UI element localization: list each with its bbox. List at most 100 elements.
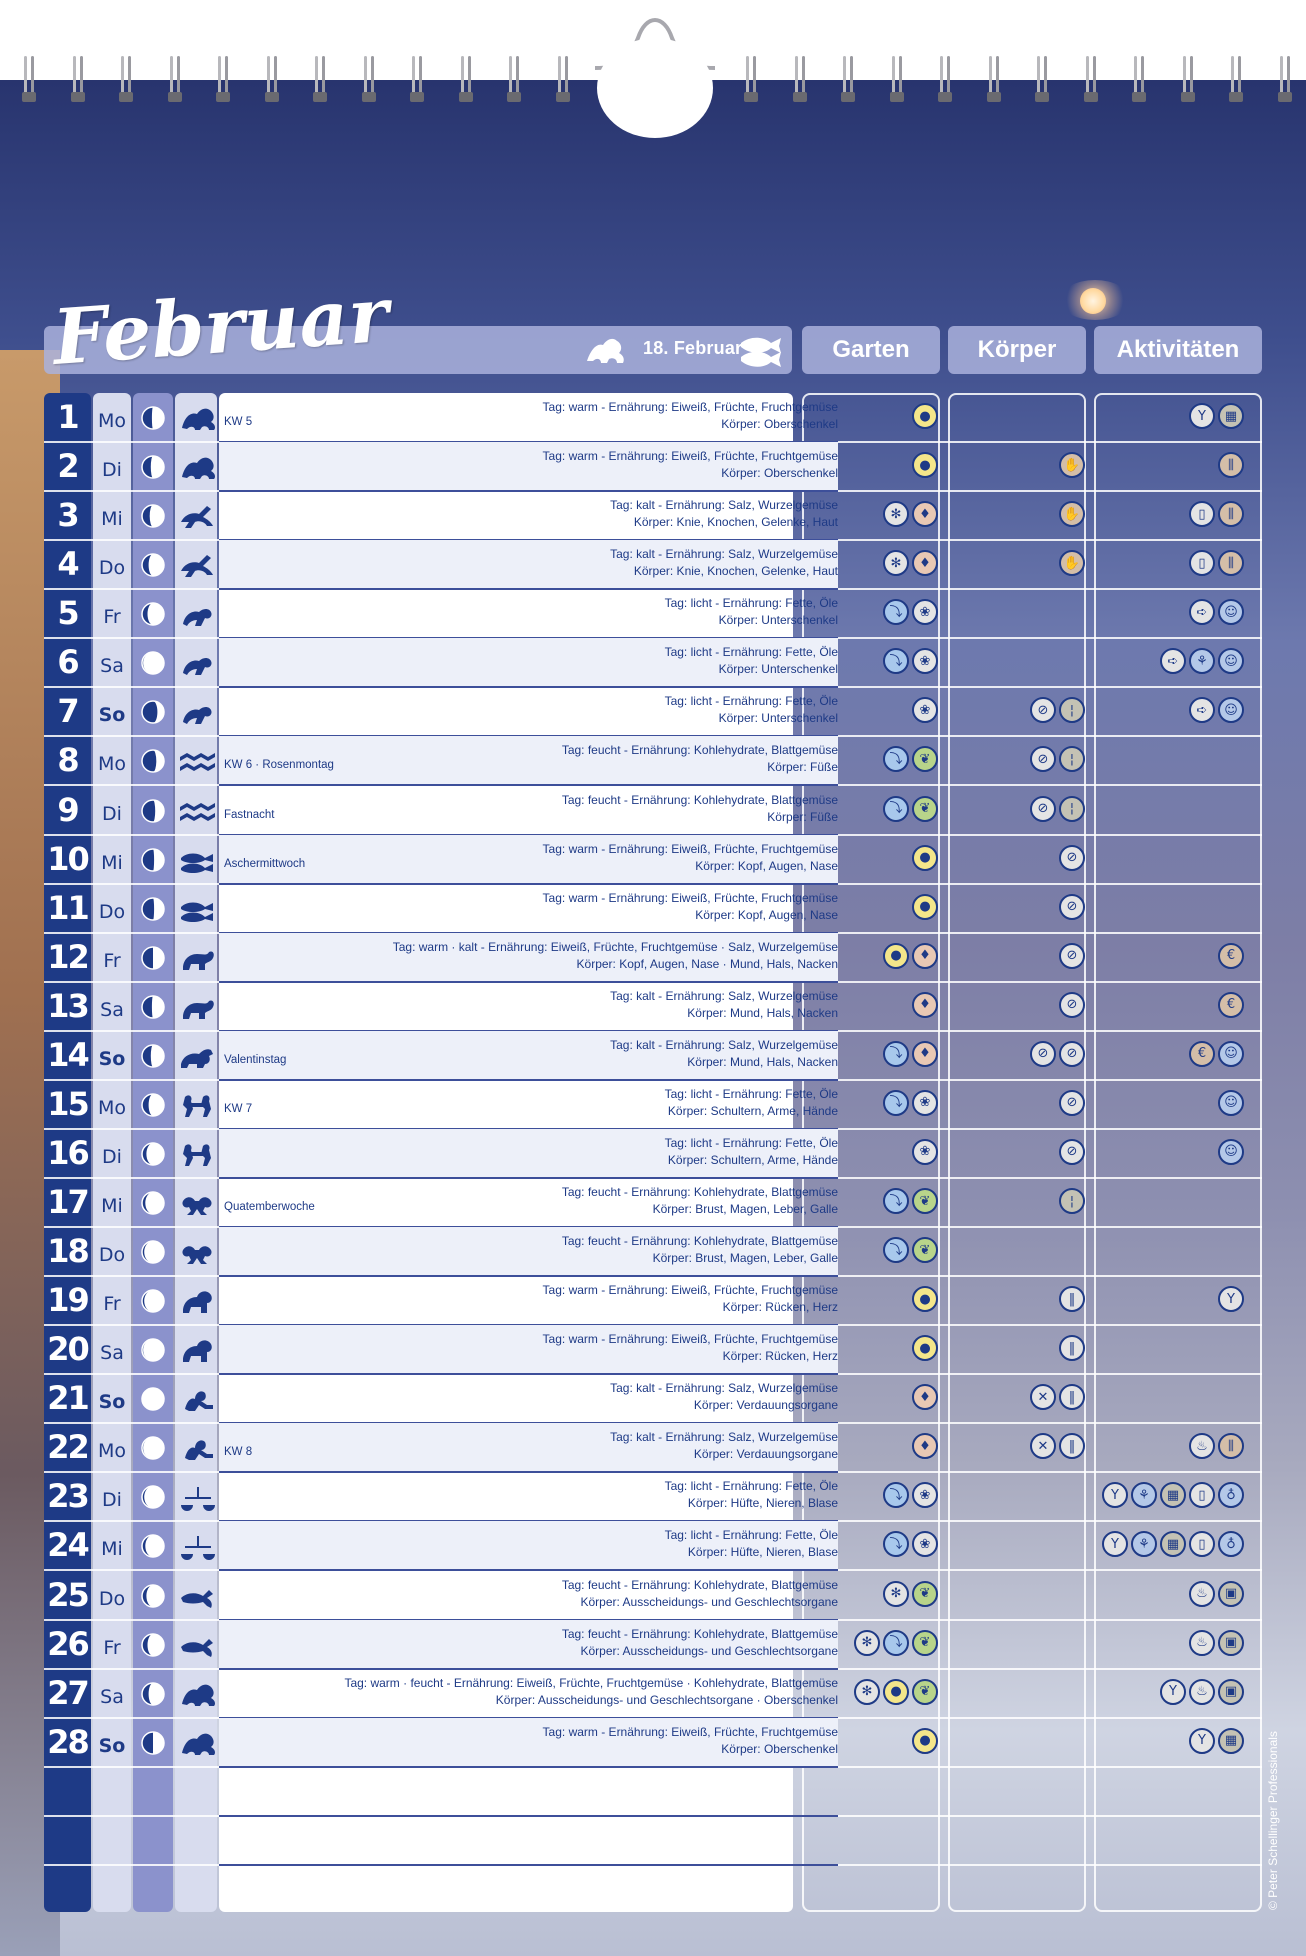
zodiac-change-date: 18. Februar	[643, 338, 743, 358]
capricorn-icon	[587, 338, 624, 363]
paint-icon: ⚘	[1131, 1531, 1157, 1558]
day-row: 10 Mi Aschermittwoch Tag: warm - Ernährung:…	[44, 834, 1262, 885]
aquarius-icon	[177, 745, 217, 775]
day-row: 3 Mi Tag: kalt - Ernährung: Salz, Wurzelge…	[44, 491, 1262, 542]
day-nutrition-line: Tag: warm - Ernährung: Eiweiß, Früchte, …	[542, 400, 838, 414]
day-number: 8	[57, 741, 79, 780]
moon-phase-icon	[140, 896, 166, 922]
binding-ring	[507, 56, 521, 102]
day-nutrition-line: Tag: warm - Ernährung: Eiweiß, Früchte, …	[542, 1332, 838, 1347]
moon-phase-icon	[140, 945, 166, 971]
paint-icon: ⚘	[1189, 648, 1215, 675]
weekday: So	[98, 704, 126, 727]
moon-phase-icon	[140, 798, 166, 824]
bug-icon: ✻	[854, 1678, 880, 1705]
hand-icon: ✋	[1059, 452, 1085, 479]
cancer-icon	[177, 1236, 217, 1266]
flower-icon: ❀	[912, 1482, 938, 1509]
aktivitaeten-icons: ☺	[1218, 1138, 1244, 1167]
binding-ring	[313, 56, 327, 102]
aktivitaeten-icons: Y ♨ ▣	[1160, 1678, 1244, 1707]
flower-icon: ❀	[912, 599, 938, 626]
koerper-icons: ⊘	[1059, 1089, 1085, 1118]
coin-icon: €	[1218, 991, 1244, 1018]
day-number: 7	[57, 692, 79, 731]
garten-icons: ●	[912, 893, 938, 922]
koerper-icons: ✋	[1059, 550, 1085, 578]
day-nutrition-line: Tag: kalt - Ernährung: Salz, Wurzelgemüs…	[610, 1037, 838, 1052]
day-row: 4 Do Tag: kalt - Ernährung: Salz, Wurzelge…	[44, 540, 1262, 591]
day-note: KW 5	[224, 416, 253, 428]
aktivitaeten-icons: ▯ ⫼	[1189, 501, 1244, 529]
pisces-icon	[177, 893, 217, 923]
day-number: 27	[47, 1673, 90, 1712]
moon-phase-icon	[140, 1288, 166, 1314]
day-body-line: Körper: Verdauungsorgane	[693, 1398, 838, 1413]
day-number: 13	[47, 986, 90, 1025]
jar-icon: ▯	[1189, 1531, 1215, 1558]
day-nutrition-line: Tag: licht - Ernährung: Fette, Öle	[664, 645, 838, 660]
binding-ring	[361, 56, 376, 102]
root-icon: ♦	[912, 501, 938, 528]
day-nutrition-line: Tag: kalt - Ernährung: Salz, Wurzelgemüs…	[610, 1381, 838, 1396]
watering-icon: ⤵	[883, 1040, 909, 1067]
face-icon: ☺	[1218, 599, 1244, 626]
day-row: 16 Di Tag: licht - Ernährung: Fette, Öle Kö…	[44, 1128, 1262, 1179]
day-body-line: Körper: Rücken, Herz	[722, 1300, 838, 1315]
weekday: Mo	[97, 1096, 127, 1119]
day-body-line: Körper: Schultern, Arme, Hände	[667, 1152, 838, 1167]
hanger-hook	[594, 18, 716, 138]
capricorn-icon	[177, 451, 217, 481]
day-body-line: Körper: Ausscheidungs- und Geschlechtsor…	[495, 1692, 838, 1707]
window-icon: ▦	[1160, 1531, 1186, 1558]
garten-icons: ⤵ ❦	[883, 1237, 938, 1265]
watering-icon: ⤵	[883, 599, 909, 626]
day-number: 23	[47, 1477, 90, 1516]
leaf-icon: ❦	[912, 1629, 938, 1656]
cocktail-icon: Y	[1160, 1678, 1186, 1705]
fruit-icon: ●	[912, 452, 938, 479]
day-nutrition-line: Tag: warm - Ernährung: Eiweiß, Früchte, …	[542, 449, 838, 464]
jar-icon: ▯	[1189, 550, 1215, 577]
binding-ring	[216, 56, 230, 102]
weekday: So	[98, 1047, 126, 1070]
binding-ring	[841, 56, 855, 102]
face-icon: ☺	[1218, 1089, 1244, 1116]
moon-phase-icon	[140, 994, 166, 1020]
no-smoke-icon: ⊘	[1030, 697, 1056, 724]
binding-ring	[167, 56, 182, 102]
day-row: 27 Sa Tag: warm · feucht - Ernährung: Eiwe…	[44, 1669, 1262, 1719]
day-number: 28	[47, 1722, 90, 1761]
column-header-aktivitaeten: Aktivitäten	[1094, 326, 1262, 374]
leaf-icon: ❦	[912, 795, 938, 822]
day-nutrition-line: Tag: feucht - Ernährung: Kohlehydrate, B…	[561, 792, 838, 807]
day-body-line: Körper: Verdauungsorgane	[693, 1447, 838, 1462]
window-icon: ▦	[1218, 1727, 1244, 1754]
root-icon: ♦	[912, 1384, 938, 1411]
binding-ring	[1277, 56, 1292, 102]
binding-ring	[70, 56, 85, 102]
no-smoke-icon: ⊘	[1059, 1089, 1085, 1116]
garten-icons: ⤵ ❀	[883, 599, 938, 627]
moon-phase-icon	[140, 847, 166, 873]
fruit-icon: ●	[883, 942, 909, 969]
day-nutrition-line: Tag: licht - Ernährung: Fette, Öle	[664, 1528, 838, 1543]
fruit-icon: ●	[912, 1335, 938, 1362]
day-row: 18 Do Tag: feucht - Ernährung: Kohlehydrat…	[44, 1227, 1262, 1278]
garten-icons: ♦	[912, 1384, 938, 1412]
aquarius-icon	[177, 795, 217, 825]
sagittarius-icon	[177, 500, 217, 530]
gemini-icon	[177, 1138, 217, 1168]
no-tool-icon: ⊘	[1059, 893, 1085, 920]
garten-icons: ⤵ ❀	[883, 1482, 938, 1510]
hand-icon: ✋	[1059, 501, 1085, 528]
leaf-icon: ❦	[912, 746, 938, 773]
koerper-icons: ✋	[1059, 501, 1085, 529]
bug-icon: ✻	[883, 1580, 909, 1607]
garten-icons: ●	[912, 1286, 938, 1314]
day-body-line: Körper: Rücken, Herz	[722, 1349, 838, 1364]
bug-icon: ✻	[883, 501, 909, 528]
koerper-icons: ⊘	[1059, 1138, 1085, 1167]
day-body-line: Körper: Mund, Hals, Nacken	[687, 1005, 838, 1020]
binding-ring	[889, 56, 904, 102]
